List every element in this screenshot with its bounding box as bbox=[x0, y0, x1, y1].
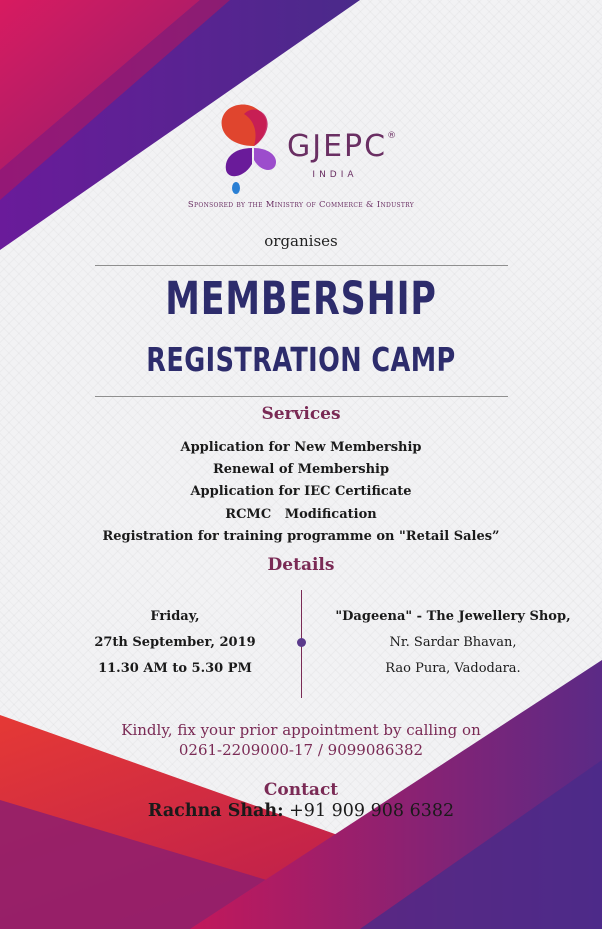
services-list: Application for New Membership Renewal o… bbox=[0, 437, 602, 548]
bottom-divider bbox=[95, 396, 508, 397]
details-heading: Details bbox=[267, 555, 335, 575]
event-time: 11.30 AM to 5.30 PM bbox=[98, 661, 252, 676]
title-registration-camp: REGISTRATION CAMP bbox=[146, 340, 456, 379]
contact-person: Rachna Shah: +91 909 908 6382 bbox=[0, 801, 602, 821]
event-venue: "Dageena" - The Jewellery Shop, Nr. Sard… bbox=[318, 604, 588, 682]
service-item: Application for IEC Certificate bbox=[190, 484, 412, 500]
divider-dot-icon bbox=[297, 638, 306, 647]
service-item: Registration for training programme on "… bbox=[102, 528, 500, 544]
contact-phone: +91 909 908 6382 bbox=[283, 801, 455, 821]
contact-name: Rachna Shah: bbox=[147, 801, 284, 821]
services-heading: Services bbox=[261, 404, 341, 424]
appointment-phones: 0261-2209000-17 / 9099086382 bbox=[178, 741, 424, 759]
brand-name: GJEPC® bbox=[287, 129, 399, 164]
appointment-note: Kindly, fix your prior appointment by ca… bbox=[0, 720, 602, 760]
event-date: 27th September, 2019 bbox=[94, 635, 256, 650]
top-divider bbox=[95, 265, 508, 266]
venue-name: "Dageena" - The Jewellery Shop, bbox=[335, 609, 571, 624]
organises-text: organises bbox=[264, 232, 338, 250]
venue-address-1: Nr. Sardar Bhavan, bbox=[389, 635, 517, 650]
title-membership: MEMBERSHIP bbox=[165, 272, 437, 325]
event-datetime: Friday, 27th September, 2019 11.30 AM to… bbox=[60, 604, 290, 682]
flyer-page: GJEPC® INDIA Sponsored by the Ministry o… bbox=[0, 0, 602, 929]
service-item: Application for New Membership bbox=[180, 440, 422, 455]
appointment-line: Kindly, fix your prior appointment by ca… bbox=[121, 721, 481, 739]
brand-country: INDIA bbox=[312, 170, 358, 180]
sponsor-line: Sponsored by the Ministry of Commerce & … bbox=[187, 200, 415, 210]
service-item: Renewal of Membership bbox=[212, 462, 390, 478]
service-item: RCMC Modification bbox=[225, 506, 377, 522]
venue-address-2: Rao Pura, Vadodara. bbox=[385, 661, 521, 676]
butterfly-logo-icon bbox=[221, 104, 276, 194]
logo-block: GJEPC® INDIA Sponsored by the Ministry o… bbox=[0, 92, 602, 222]
contact-heading: Contact bbox=[263, 780, 339, 800]
event-day: Friday, bbox=[150, 609, 200, 624]
